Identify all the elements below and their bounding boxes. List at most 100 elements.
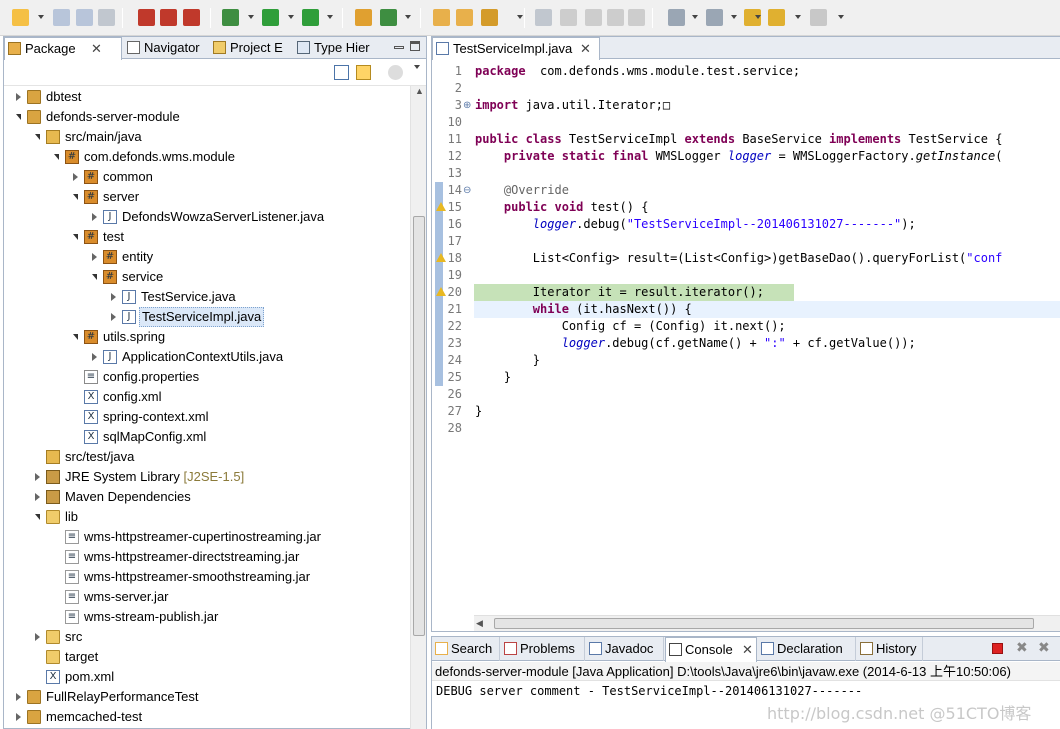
tab-type-hierarchy[interactable]: Type Hier [294, 37, 378, 59]
tree-item[interactable]: J DefondsWowzaServerListener.java [4, 207, 410, 227]
save-icon[interactable] [53, 9, 70, 26]
code-line[interactable]: } [474, 403, 1060, 420]
minimize-icon[interactable] [394, 46, 404, 49]
block-icon[interactable] [607, 9, 624, 26]
tree-item[interactable]: ≡ config.properties [4, 367, 410, 387]
tree-item[interactable]: # server [4, 187, 410, 207]
tree-item[interactable]: target [4, 647, 410, 667]
save-all-icon[interactable] [76, 9, 93, 26]
tree-scrollbar[interactable]: ▲ [410, 86, 426, 729]
new-package-icon[interactable] [355, 9, 372, 26]
code-line[interactable] [474, 386, 1060, 403]
close-icon[interactable]: ✕ [580, 38, 591, 59]
dropdown-arrow-icon[interactable] [731, 15, 737, 19]
code-line[interactable] [474, 267, 1060, 284]
collapse-all-icon[interactable] [334, 65, 349, 80]
tree-expanded-icon[interactable] [35, 514, 40, 520]
editor-horizontal-scrollbar[interactable]: ◀ [474, 615, 1060, 631]
code-line[interactable]: private static final WMSLogger logger = … [474, 148, 1060, 165]
tree-item[interactable]: ≡ wms-httpstreamer-directstreaming.jar [4, 547, 410, 567]
tree-expanded-icon[interactable] [16, 114, 21, 120]
dropdown-arrow-icon[interactable] [405, 15, 411, 19]
code-line[interactable]: public class TestServiceImpl extends Bas… [474, 131, 1060, 148]
dropdown-arrow-icon[interactable] [248, 15, 254, 19]
tree-expanded-icon[interactable] [35, 134, 40, 140]
tree-expanded-icon[interactable] [73, 234, 78, 240]
tree-item[interactable]: ≡ wms-httpstreamer-smoothstreaming.jar [4, 567, 410, 587]
dropdown-arrow-icon[interactable] [517, 15, 523, 19]
show-whitespace-icon[interactable] [628, 9, 645, 26]
debug-stop-icon[interactable] [160, 9, 177, 26]
tree-collapsed-icon[interactable] [92, 213, 97, 221]
forward-icon[interactable] [810, 9, 827, 26]
tab-testserviceimpl[interactable]: TestServiceImpl.java ✕ [432, 37, 600, 60]
tree-item[interactable]: Xpom.xml [4, 667, 410, 687]
dropdown-arrow-icon[interactable] [692, 15, 698, 19]
tab-declaration[interactable]: Declaration [758, 637, 856, 661]
tab-package-explorer[interactable]: Package ✕ [4, 37, 122, 60]
code-line[interactable]: import java.util.Iterator;□ [474, 97, 1060, 114]
code-line[interactable]: Config cf = (Config) it.next(); [474, 318, 1060, 335]
tab-problems[interactable]: Problems [501, 637, 585, 661]
maximize-icon[interactable] [410, 41, 420, 51]
tree-collapsed-icon[interactable] [35, 633, 40, 641]
fold-collapse-icon[interactable]: ⊖ [463, 182, 471, 199]
tree-item[interactable]: ≡ wms-server.jar [4, 587, 410, 607]
code-line[interactable]: logger.debug("TestServiceImpl--201406131… [474, 216, 1060, 233]
remove-all-icon[interactable]: ✖ [1038, 639, 1050, 656]
dropdown-arrow-icon[interactable] [838, 15, 844, 19]
tab-project-explorer[interactable]: Project E [210, 37, 292, 59]
next-annotation-icon[interactable] [668, 9, 685, 26]
tree-item[interactable]: # service [4, 267, 410, 287]
tree-collapsed-icon[interactable] [73, 173, 78, 181]
scroll-left-icon[interactable]: ◀ [476, 618, 483, 629]
warning-icon[interactable] [436, 253, 446, 262]
code-line[interactable] [474, 114, 1060, 131]
code-line[interactable]: while (it.hasNext()) { [474, 301, 1060, 318]
dropdown-arrow-icon[interactable] [755, 15, 761, 19]
tree-collapsed-icon[interactable] [111, 313, 116, 321]
tab-console[interactable]: Console ✕ [665, 637, 757, 662]
tree-collapsed-icon[interactable] [111, 293, 116, 301]
dropdown-arrow-icon[interactable] [327, 15, 333, 19]
dropdown-arrow-icon[interactable] [38, 15, 44, 19]
search-icon[interactable] [481, 9, 498, 26]
code-line[interactable]: List<Config> result=(List<Config>)getBas… [474, 250, 1060, 267]
tree-expanded-icon[interactable] [54, 154, 59, 160]
tree-collapsed-icon[interactable] [16, 93, 21, 101]
code-line[interactable]: } [474, 352, 1060, 369]
close-icon[interactable]: ✕ [91, 38, 102, 59]
tree-collapsed-icon[interactable] [92, 253, 97, 261]
open-type-icon[interactable] [433, 9, 450, 26]
new-icon[interactable] [12, 9, 29, 26]
tree-item[interactable]: J ApplicationContextUtils.java [4, 347, 410, 367]
code-line[interactable] [474, 165, 1060, 182]
print-icon[interactable] [98, 9, 115, 26]
debug-run-icon[interactable] [222, 9, 239, 26]
tree-item[interactable]: memcached-test [4, 707, 410, 727]
code-area[interactable]: package com.defonds.wms.module.test.serv… [474, 60, 1060, 615]
tree-item[interactable]: J TestServiceImpl.java [4, 307, 410, 327]
tree-item[interactable]: FullRelayPerformanceTest [4, 687, 410, 707]
code-line[interactable] [474, 233, 1060, 250]
warning-icon[interactable] [436, 202, 446, 211]
tree-item[interactable]: # test [4, 227, 410, 247]
tree-collapsed-icon[interactable] [16, 693, 21, 701]
scrollbar-thumb[interactable] [413, 216, 425, 636]
tree-collapsed-icon[interactable] [35, 473, 40, 481]
tree-item[interactable]: src/test/java [4, 447, 410, 467]
tree-item[interactable]: Xconfig.xml [4, 387, 410, 407]
debug-step-icon[interactable] [183, 9, 200, 26]
scrollbar-thumb[interactable] [494, 618, 1034, 629]
code-line[interactable]: @Override [474, 182, 1060, 199]
back-icon[interactable] [768, 9, 785, 26]
warning-icon[interactable] [436, 287, 446, 296]
close-icon[interactable]: ✕ [742, 638, 753, 661]
code-line[interactable]: } [474, 369, 1060, 386]
remove-launch-icon[interactable]: ✖ [1016, 639, 1028, 656]
code-line[interactable]: public void test() { [474, 199, 1060, 216]
pen-icon[interactable] [560, 9, 577, 26]
tree-item[interactable]: defonds-server-module [4, 107, 410, 127]
tree-item[interactable]: JRE System Library [J2SE-1.5] [4, 467, 410, 487]
tree-item[interactable]: src/main/java [4, 127, 410, 147]
